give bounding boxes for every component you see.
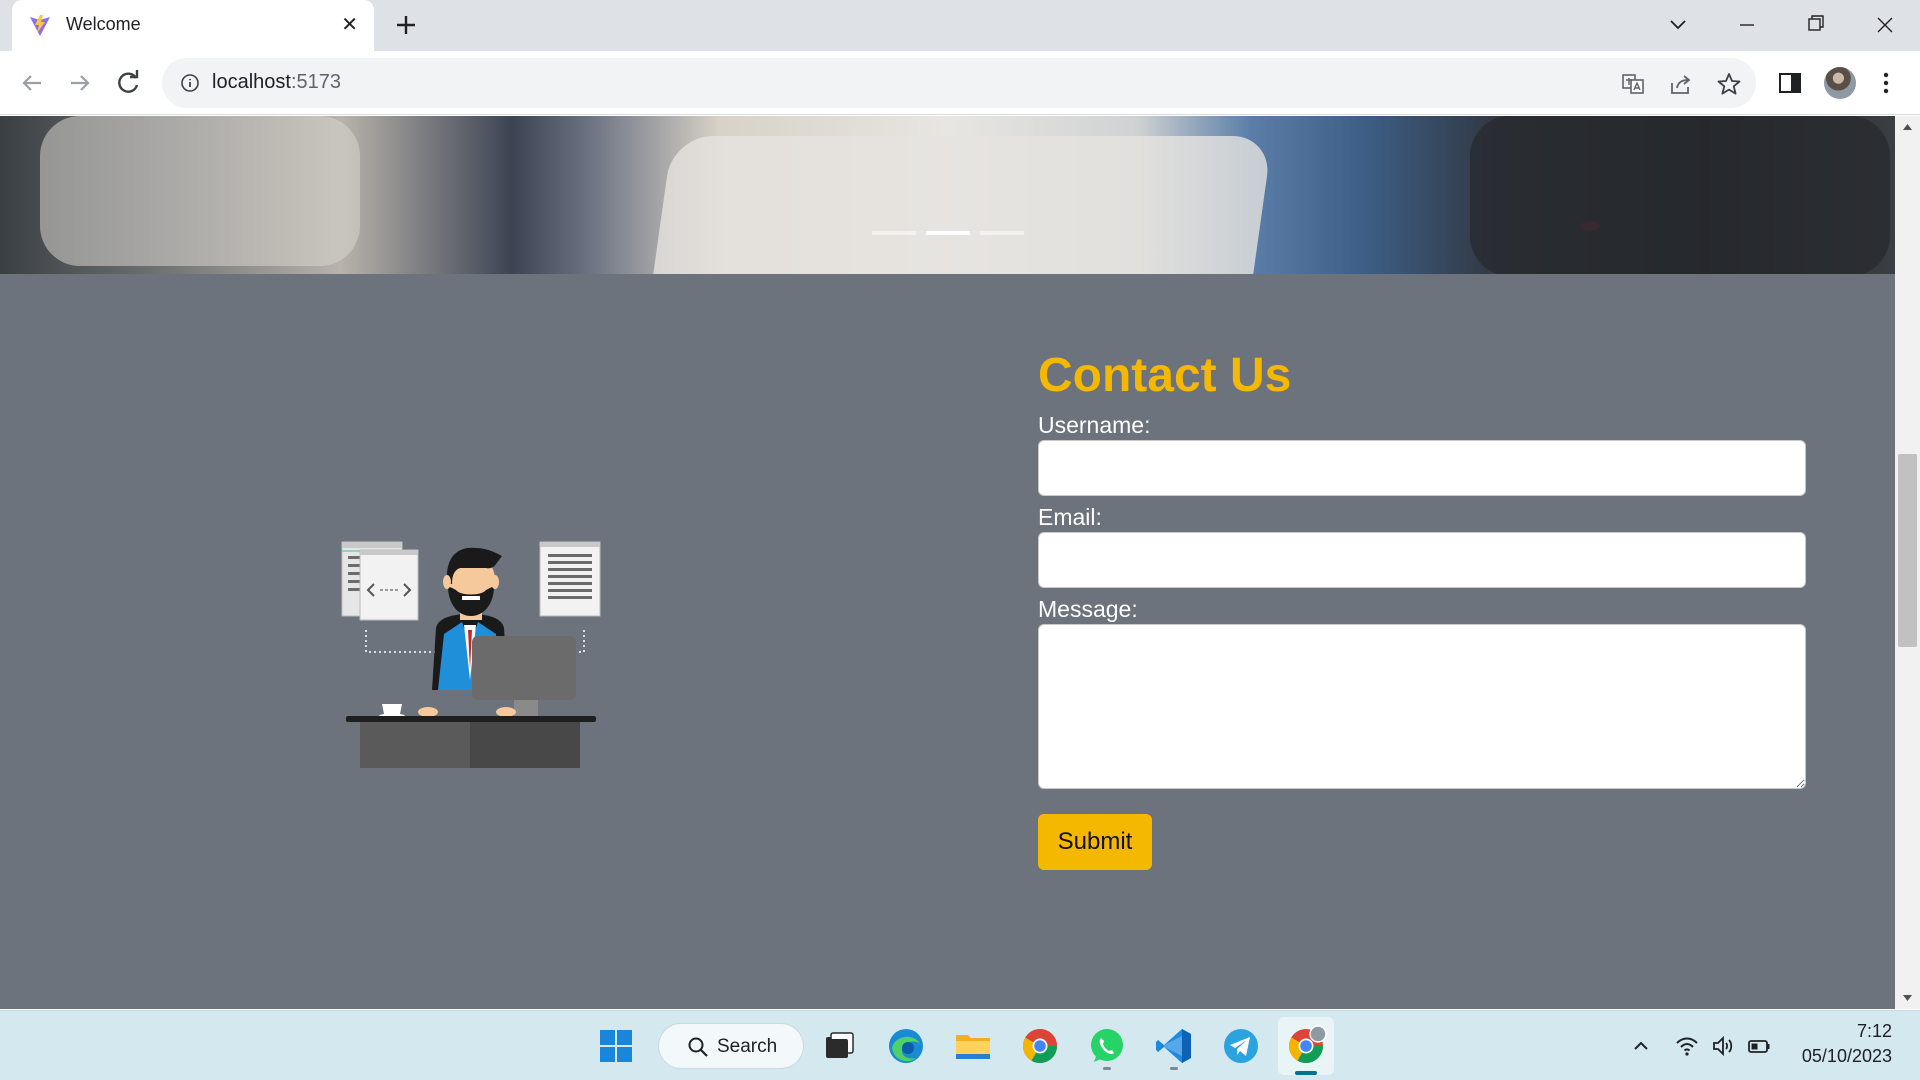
profile-avatar[interactable] xyxy=(1824,67,1856,99)
speaker-icon[interactable] xyxy=(1710,1033,1736,1059)
hero-dark-laptop-shape xyxy=(1470,116,1890,274)
contact-title: Contact Us xyxy=(1038,349,1292,402)
url-port: :5173 xyxy=(290,71,341,93)
whatsapp-icon[interactable] xyxy=(1085,1024,1129,1068)
battery-icon[interactable] xyxy=(1746,1033,1772,1059)
url-text[interactable]: localhost:5173 xyxy=(212,71,341,94)
chevron-down-icon[interactable] xyxy=(1664,12,1692,38)
message-textarea[interactable] xyxy=(1038,624,1806,789)
star-icon[interactable] xyxy=(1716,71,1742,97)
arrow-right-icon[interactable] xyxy=(64,67,96,99)
scrollbar-thumb[interactable] xyxy=(1898,454,1917,647)
kebab-menu-icon[interactable] xyxy=(1872,69,1900,97)
windows-taskbar: Search 7:12 05/10/2023 xyxy=(0,1010,1920,1080)
task-view-icon[interactable] xyxy=(817,1024,861,1068)
email-label: Email: xyxy=(1038,504,1102,530)
edge-icon[interactable] xyxy=(884,1024,928,1068)
new-tab-button[interactable] xyxy=(390,9,422,41)
url-host: localhost xyxy=(212,71,291,93)
username-input[interactable] xyxy=(1038,440,1806,496)
whatsapp-running-indicator xyxy=(1103,1067,1111,1070)
contact-section: Contact Us Username: Email: Message: Sub… xyxy=(0,274,1895,1009)
username-label: Username: xyxy=(1038,412,1151,438)
close-icon[interactable]: ✕ xyxy=(341,13,358,37)
search-label: Search xyxy=(717,1036,778,1057)
telegram-icon[interactable] xyxy=(1219,1024,1263,1068)
page-viewport: Contact Us Username: Email: Message: Sub… xyxy=(0,116,1895,1009)
carousel-indicator-3[interactable] xyxy=(980,231,1024,235)
chrome-icon[interactable] xyxy=(1018,1024,1062,1068)
hero-carousel xyxy=(0,116,1895,274)
tab-strip: Welcome ✕ xyxy=(0,0,1920,51)
translate-icon[interactable] xyxy=(1620,71,1646,97)
taskbar-search[interactable]: Search xyxy=(658,1023,804,1069)
hero-laptop-shape xyxy=(647,136,1273,274)
minimize-icon[interactable] xyxy=(1724,10,1770,40)
browser-toolbar: localhost:5173 xyxy=(0,51,1920,115)
window-close-icon[interactable] xyxy=(1862,10,1908,40)
scroll-down-arrow-icon[interactable] xyxy=(1895,987,1920,1009)
restore-icon[interactable] xyxy=(1792,10,1838,40)
plus-icon xyxy=(397,16,415,34)
chevron-up-icon[interactable] xyxy=(1628,1033,1654,1059)
contact-form: Contact Us Username: Email: Message: Sub… xyxy=(1038,348,1806,870)
vscode-running-indicator xyxy=(1170,1067,1178,1070)
submit-button[interactable]: Submit xyxy=(1038,814,1152,870)
tab-welcome[interactable]: Welcome ✕ xyxy=(12,0,374,51)
email-input[interactable] xyxy=(1038,532,1806,588)
wifi-icon[interactable] xyxy=(1674,1033,1700,1059)
search-icon xyxy=(688,1037,708,1057)
arrow-left-icon[interactable] xyxy=(16,67,48,99)
chrome-profile-icon[interactable] xyxy=(1284,1024,1328,1068)
address-bar[interactable]: localhost:5173 xyxy=(162,58,1756,108)
vscode-icon[interactable] xyxy=(1152,1024,1196,1068)
page-scrollbar[interactable] xyxy=(1895,116,1920,1009)
scroll-up-arrow-icon[interactable] xyxy=(1895,116,1920,138)
reload-icon[interactable] xyxy=(112,67,144,99)
vite-logo-icon xyxy=(30,15,50,36)
file-explorer-icon[interactable] xyxy=(951,1024,995,1068)
developer-illustration xyxy=(341,541,601,768)
clock-time[interactable]: 7:12 xyxy=(1857,1021,1892,1042)
start-icon[interactable] xyxy=(594,1024,638,1068)
tab-title: Welcome xyxy=(66,14,141,34)
chrome-active-indicator xyxy=(1295,1071,1317,1075)
share-icon[interactable] xyxy=(1668,71,1694,97)
hero-image-area xyxy=(40,116,360,266)
info-icon[interactable] xyxy=(180,73,200,93)
message-label: Message: xyxy=(1038,596,1138,622)
carousel-indicator-1[interactable] xyxy=(872,231,916,235)
clock-date[interactable]: 05/10/2023 xyxy=(1802,1046,1892,1067)
side-panel-icon[interactable] xyxy=(1776,69,1804,97)
carousel-indicator-2[interactable] xyxy=(926,231,970,235)
